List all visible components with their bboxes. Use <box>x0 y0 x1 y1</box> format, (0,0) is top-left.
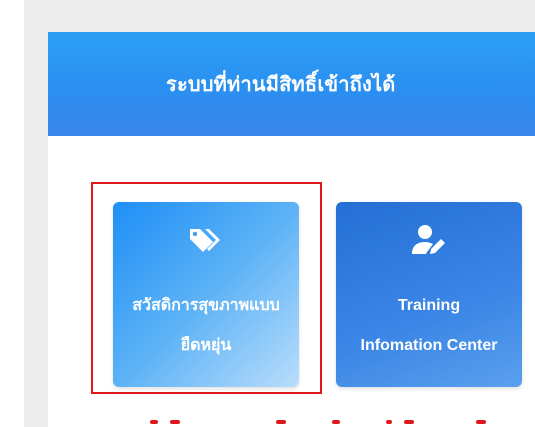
page: ระบบที่ท่านมีสิทธิ์เข้าถึงได้ สวัสดิการส… <box>0 0 535 427</box>
tile-flexible-health-welfare[interactable]: สวัสดิการสุขภาพแบบ ยืดหยุ่น <box>113 202 299 387</box>
panel-header: ระบบที่ท่านมีสิทธิ์เข้าถึงได้ <box>48 32 535 136</box>
tile-label-line1: สวัสดิการสุขภาพแบบ <box>132 297 280 314</box>
tile-label-line1: Training <box>397 297 461 314</box>
tile-label-line2: Infomation Center <box>360 337 498 354</box>
tile-label-line2: ยืดหยุ่น <box>180 337 232 354</box>
cropped-red-text <box>150 416 530 427</box>
panel-title: ระบบที่ท่านมีสิทธิ์เข้าถึงได้ <box>166 74 396 96</box>
left-margin <box>0 0 24 427</box>
user-edit-icon <box>409 222 449 258</box>
tile-training-information-center[interactable]: Training Infomation Center <box>336 202 522 387</box>
tags-icon <box>186 222 226 258</box>
